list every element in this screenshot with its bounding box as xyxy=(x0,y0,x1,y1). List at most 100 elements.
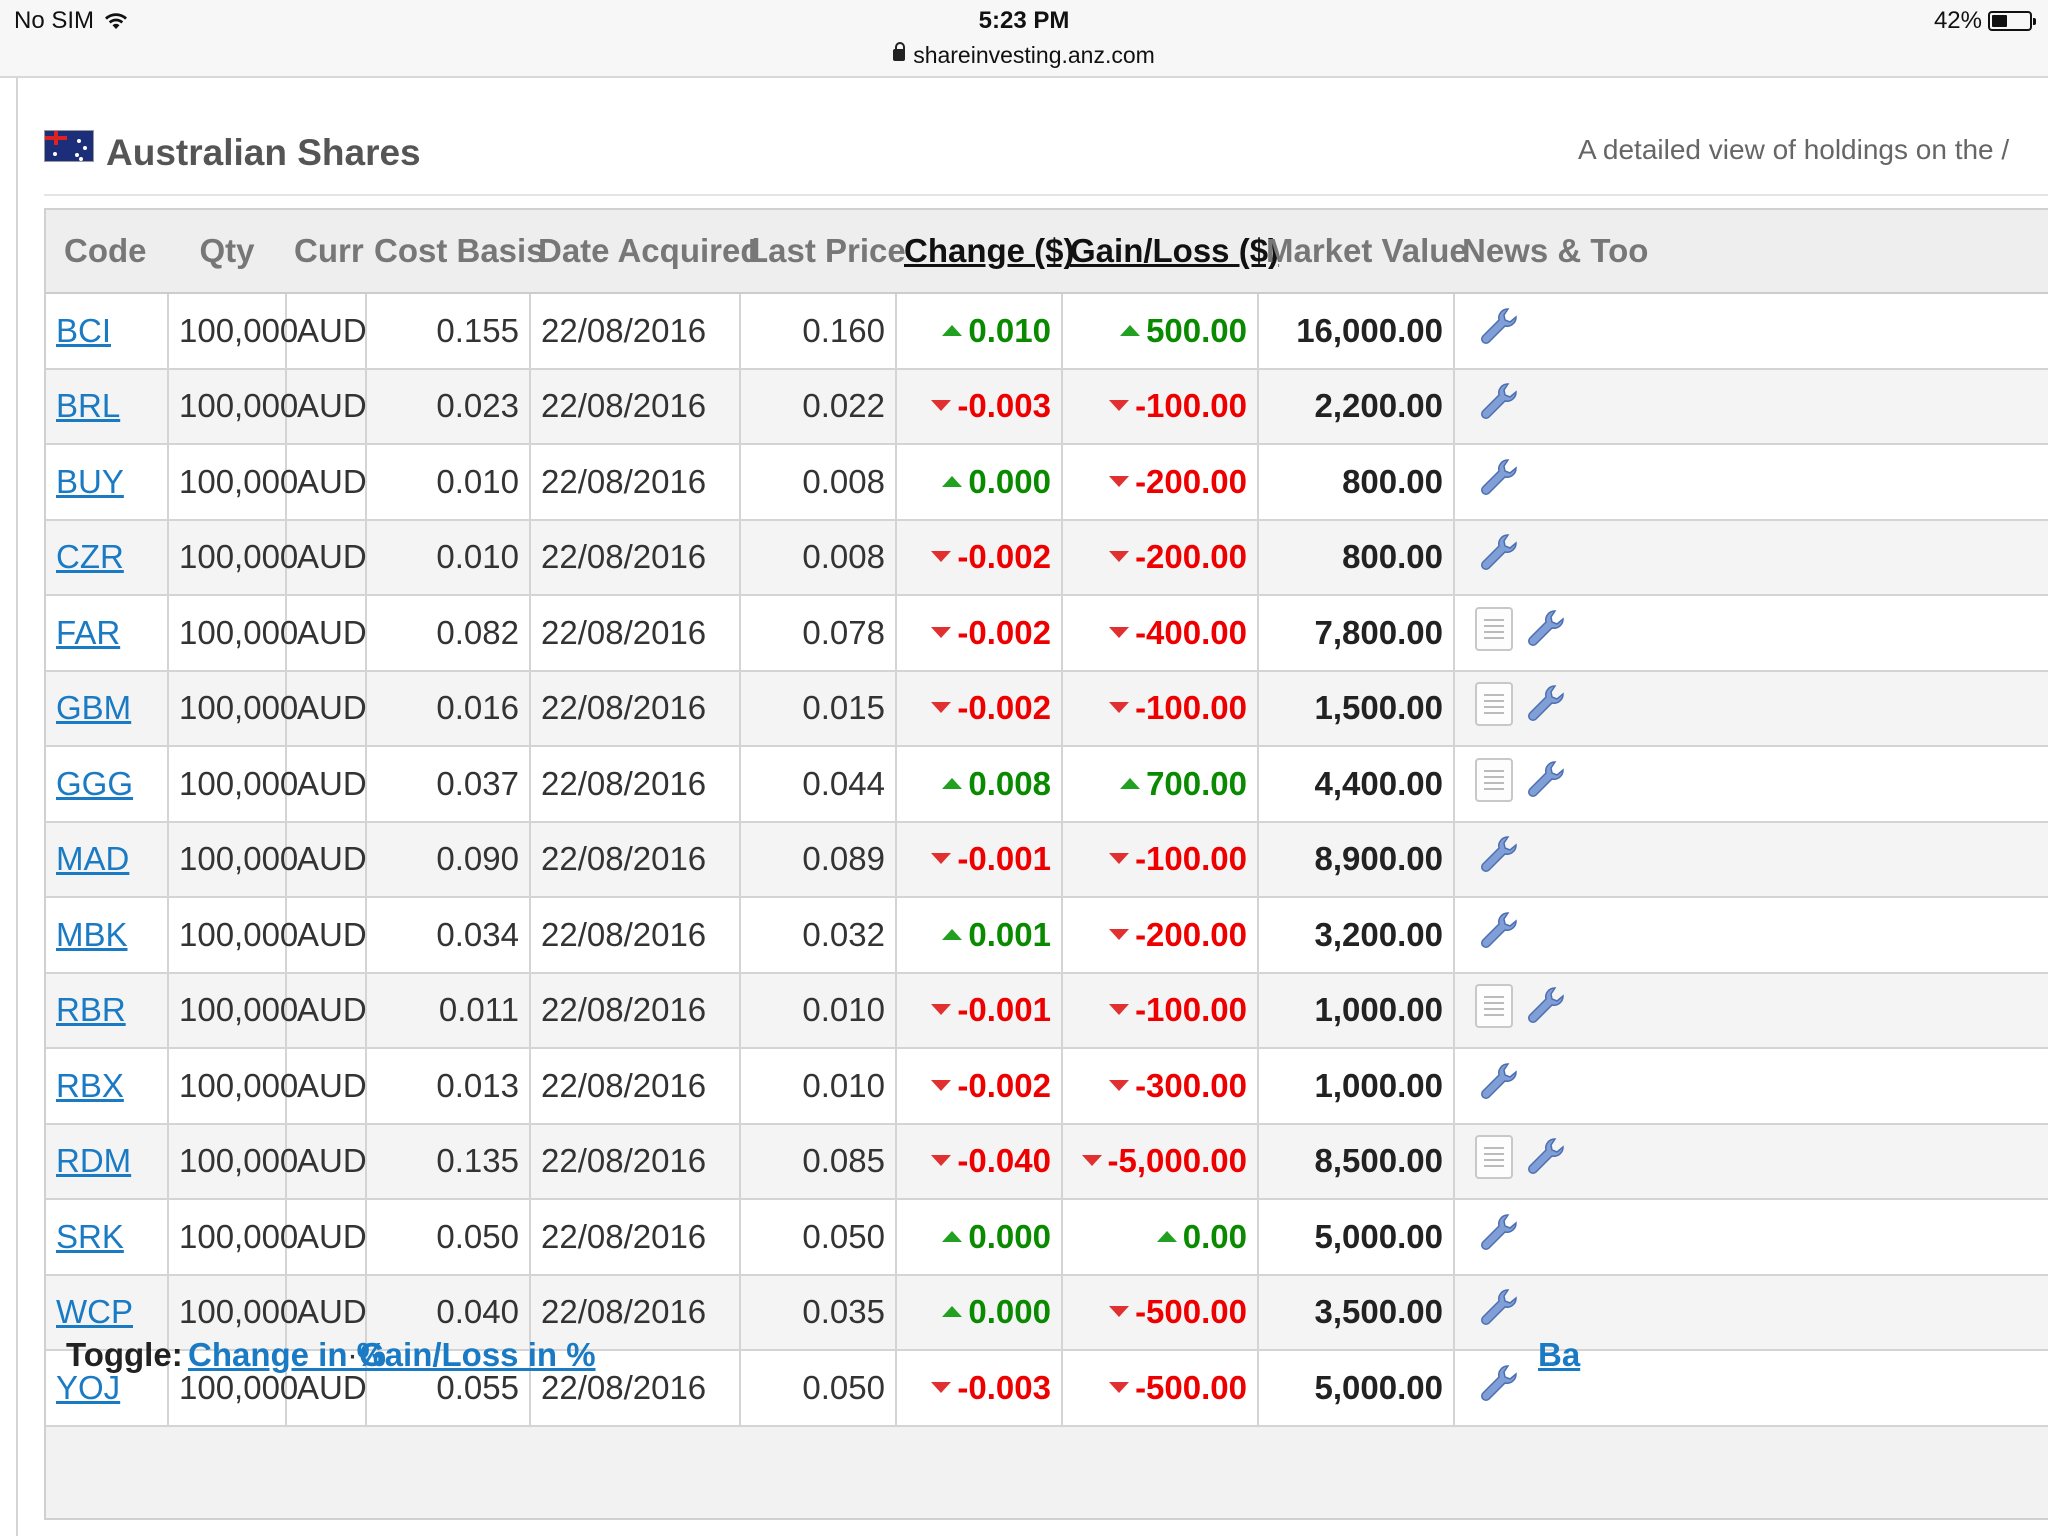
stock-code-link[interactable]: BRL xyxy=(56,387,120,424)
cell-currency: AUD xyxy=(286,972,367,1049)
change-value: 0.001 xyxy=(968,915,1051,953)
change-value: -0.003 xyxy=(957,387,1051,425)
change-value: 0.000 xyxy=(968,462,1051,500)
cell-news-tools xyxy=(1454,293,2048,370)
lock-icon xyxy=(893,41,906,61)
up-arrow-icon xyxy=(942,928,963,940)
cell-currency: AUD xyxy=(286,293,367,370)
column-header-last-price: Last Price xyxy=(740,210,906,294)
document-icon[interactable] xyxy=(1475,984,1513,1029)
down-arrow-icon xyxy=(931,551,952,563)
wrench-icon[interactable] xyxy=(1525,1135,1565,1179)
gain-loss-value: -100.00 xyxy=(1135,991,1247,1029)
table-row: RBR 100,000 AUD 0.011 22/08/2016 0.010 -0.001 -… xyxy=(46,972,2048,1049)
cell-date-acquired: 22/08/2016 xyxy=(530,897,741,974)
wrench-icon[interactable] xyxy=(1478,1211,1518,1255)
cell-currency: AUD xyxy=(286,670,367,747)
cell-currency: AUD xyxy=(286,444,367,521)
stock-code-link[interactable]: CZR xyxy=(56,538,124,575)
change-value: -0.002 xyxy=(957,538,1051,576)
wrench-icon[interactable] xyxy=(1525,607,1565,651)
stock-code-link[interactable]: GBM xyxy=(56,689,131,726)
wrench-icon[interactable] xyxy=(1478,305,1518,349)
down-arrow-icon xyxy=(1109,702,1130,714)
gain-loss-value: -100.00 xyxy=(1135,689,1247,727)
cell-code: BUY xyxy=(46,444,169,521)
document-icon[interactable] xyxy=(1475,606,1513,651)
change-value: 0.000 xyxy=(968,1217,1051,1255)
gain-loss-value: -400.00 xyxy=(1135,613,1247,651)
stock-code-link[interactable]: RDM xyxy=(56,1142,131,1179)
gain-loss-value: 0.00 xyxy=(1182,1217,1247,1255)
cell-currency: AUD xyxy=(286,1048,367,1125)
back-link[interactable]: Ba xyxy=(1538,1336,1580,1374)
stock-code-link[interactable]: SRK xyxy=(56,1218,124,1255)
stock-code-link[interactable]: MAD xyxy=(56,840,129,877)
stock-code-link[interactable]: RBX xyxy=(56,1067,124,1104)
table-row: BCI 100,000 AUD 0.155 22/08/2016 0.160 0.010 50… xyxy=(46,293,2048,370)
cell-market-value: 800.00 xyxy=(1258,444,1455,521)
cell-code: MAD xyxy=(46,821,169,898)
change-value: -0.001 xyxy=(957,840,1051,878)
cell-last-price: 0.160 xyxy=(740,293,897,370)
cell-date-acquired: 22/08/2016 xyxy=(530,1123,741,1200)
cell-currency: AUD xyxy=(286,1123,367,1200)
cell-qty: 100,000 xyxy=(168,595,298,672)
document-icon[interactable] xyxy=(1475,757,1513,802)
up-arrow-icon xyxy=(1156,1230,1177,1242)
stock-code-link[interactable]: MBK xyxy=(56,916,128,953)
cell-news-tools xyxy=(1454,746,2048,823)
cell-change: -0.001 xyxy=(896,972,1063,1049)
wrench-icon[interactable] xyxy=(1478,456,1518,500)
cell-market-value: 7,800.00 xyxy=(1258,595,1455,672)
wrench-icon[interactable] xyxy=(1478,531,1518,575)
stock-code-link[interactable]: FAR xyxy=(56,614,120,651)
wrench-icon[interactable] xyxy=(1478,909,1518,953)
cell-market-value: 8,500.00 xyxy=(1258,1123,1455,1200)
column-header-date-acquired: Date Acquired xyxy=(530,210,761,294)
wrench-icon[interactable] xyxy=(1525,682,1565,726)
cell-change: 0.001 xyxy=(896,897,1063,974)
status-right: 42% xyxy=(1934,7,2036,35)
toggle-gain-loss-percent-link[interactable]: Gain/Loss in % xyxy=(359,1336,596,1374)
down-arrow-icon xyxy=(1109,928,1130,940)
cell-date-acquired: 22/08/2016 xyxy=(530,1199,741,1276)
stock-code-link[interactable]: BCI xyxy=(56,312,111,349)
change-value: -0.001 xyxy=(957,991,1051,1029)
cell-change: -0.040 xyxy=(896,1123,1063,1200)
gain-loss-value: -100.00 xyxy=(1135,840,1247,878)
cell-gain-loss: -400.00 xyxy=(1062,595,1259,672)
up-arrow-icon xyxy=(942,777,963,789)
wrench-icon[interactable] xyxy=(1478,380,1518,424)
cell-change: -0.003 xyxy=(896,368,1063,445)
toggle-label: Toggle: xyxy=(66,1336,183,1373)
page-left-border xyxy=(16,78,18,1536)
section-subtitle: A detailed view of holdings on the / xyxy=(1578,134,2010,165)
down-arrow-icon xyxy=(931,1004,952,1016)
wrench-icon[interactable] xyxy=(1478,833,1518,877)
address-bar[interactable]: shareinvesting.anz.com xyxy=(0,41,2048,69)
stock-code-link[interactable]: RBR xyxy=(56,991,126,1028)
down-arrow-icon xyxy=(1109,626,1130,638)
cell-change: -0.002 xyxy=(896,1048,1063,1125)
cell-qty: 100,000 xyxy=(168,670,298,747)
up-arrow-icon xyxy=(942,475,963,487)
document-icon[interactable] xyxy=(1475,682,1513,727)
cell-last-price: 0.010 xyxy=(740,1048,897,1125)
document-icon[interactable] xyxy=(1475,1135,1513,1180)
cell-last-price: 0.044 xyxy=(740,746,897,823)
column-header-gain-loss[interactable]: Gain/Loss ($) xyxy=(1062,210,1279,294)
cell-date-acquired: 22/08/2016 xyxy=(530,821,741,898)
stock-code-link[interactable]: BUY xyxy=(56,463,124,500)
cell-market-value: 3,200.00 xyxy=(1258,897,1455,974)
stock-code-link[interactable]: GGG xyxy=(56,765,133,802)
gain-loss-value: -300.00 xyxy=(1135,1066,1247,1104)
wrench-icon[interactable] xyxy=(1525,984,1565,1028)
cell-cost-basis: 0.013 xyxy=(366,1048,531,1125)
wrench-icon[interactable] xyxy=(1478,1060,1518,1104)
wrench-icon[interactable] xyxy=(1525,758,1565,802)
cell-code: RBR xyxy=(46,972,169,1049)
change-value: 0.008 xyxy=(968,764,1051,802)
cell-cost-basis: 0.011 xyxy=(366,972,531,1049)
column-header-change[interactable]: Change ($) xyxy=(896,210,1075,294)
